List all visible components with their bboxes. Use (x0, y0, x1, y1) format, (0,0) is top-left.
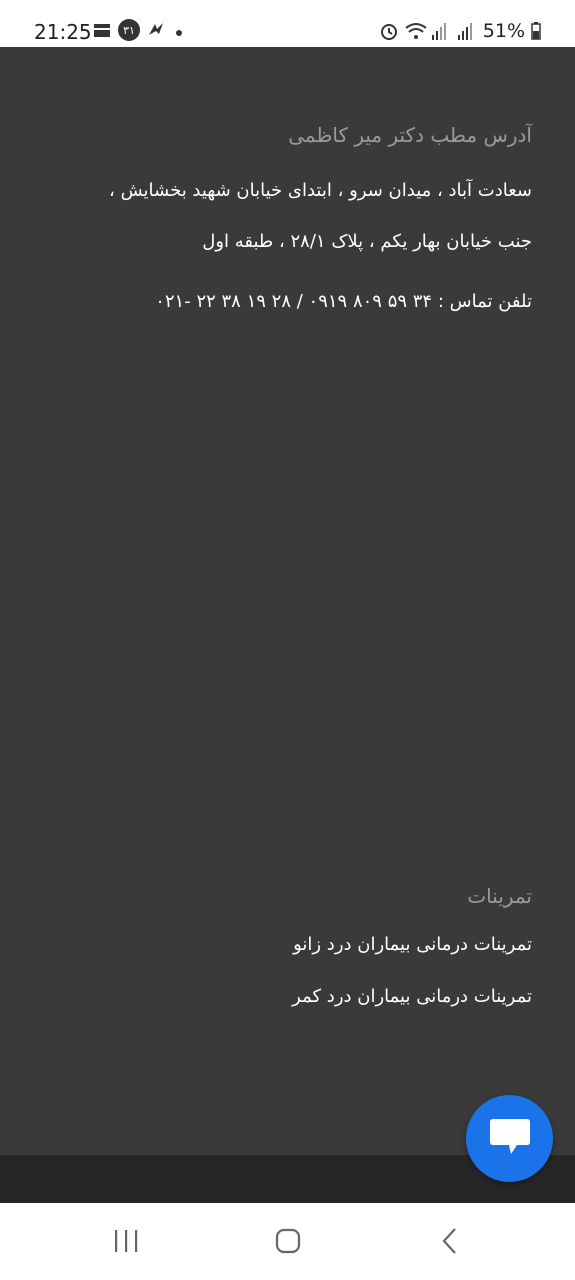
chat-button[interactable] (466, 1095, 553, 1182)
status-left-icons: ۳۱ (92, 19, 166, 41)
address-title: آدرس مطب دکتر میر کاظمی (288, 123, 532, 147)
back-icon (440, 1227, 460, 1259)
chat-bubble-icon (487, 1116, 533, 1162)
kaaba-icon (92, 20, 112, 40)
system-nav-bar (0, 1203, 575, 1280)
page-content: آدرس مطب دکتر میر کاظمی سعادت آباد ، مید… (0, 47, 575, 1155)
home-button[interactable] (268, 1225, 308, 1261)
address-line-1: سعادت آباد ، میدان سرو ، ابتدای خیابان ش… (109, 180, 532, 201)
recent-apps-button[interactable] (106, 1225, 146, 1261)
signal-icon (431, 21, 451, 41)
home-icon (274, 1227, 302, 1259)
alarm-icon (379, 21, 399, 41)
wifi-icon (405, 21, 427, 41)
battery-percentage: 51% (482, 20, 525, 42)
app-logo-icon (146, 20, 166, 40)
address-line-2: جنب خیابان بهار یکم ، پلاک ۲۸/۱ ، طبقه ا… (202, 231, 532, 252)
signal-icon-2 (457, 21, 477, 41)
exercises-title: تمرینات (467, 884, 532, 908)
exercise-link-back[interactable]: تمرینات درمانی بیماران درد کمر (292, 986, 532, 1007)
exercise-link-knee[interactable]: تمرینات درمانی بیماران درد زانو (293, 934, 532, 955)
status-time: 21:25 (34, 20, 92, 44)
phone-number: تلفن تماس : ۳۴ ۵۹ ۸۰۹ ۰۹۱۹ / ۲۸ ۱۹ ۳۸ ۲۲… (155, 291, 532, 312)
status-right-icons: 51% (379, 20, 541, 42)
back-button[interactable] (430, 1225, 470, 1261)
notification-dot (176, 30, 182, 36)
notification-badge-text: ۳۱ (123, 23, 135, 37)
recent-apps-icon (112, 1228, 140, 1258)
calendar-badge-icon: ۳۱ (118, 19, 140, 41)
battery-icon (531, 21, 541, 41)
status-bar: 21:25 ۳۱ 51% (0, 0, 575, 47)
